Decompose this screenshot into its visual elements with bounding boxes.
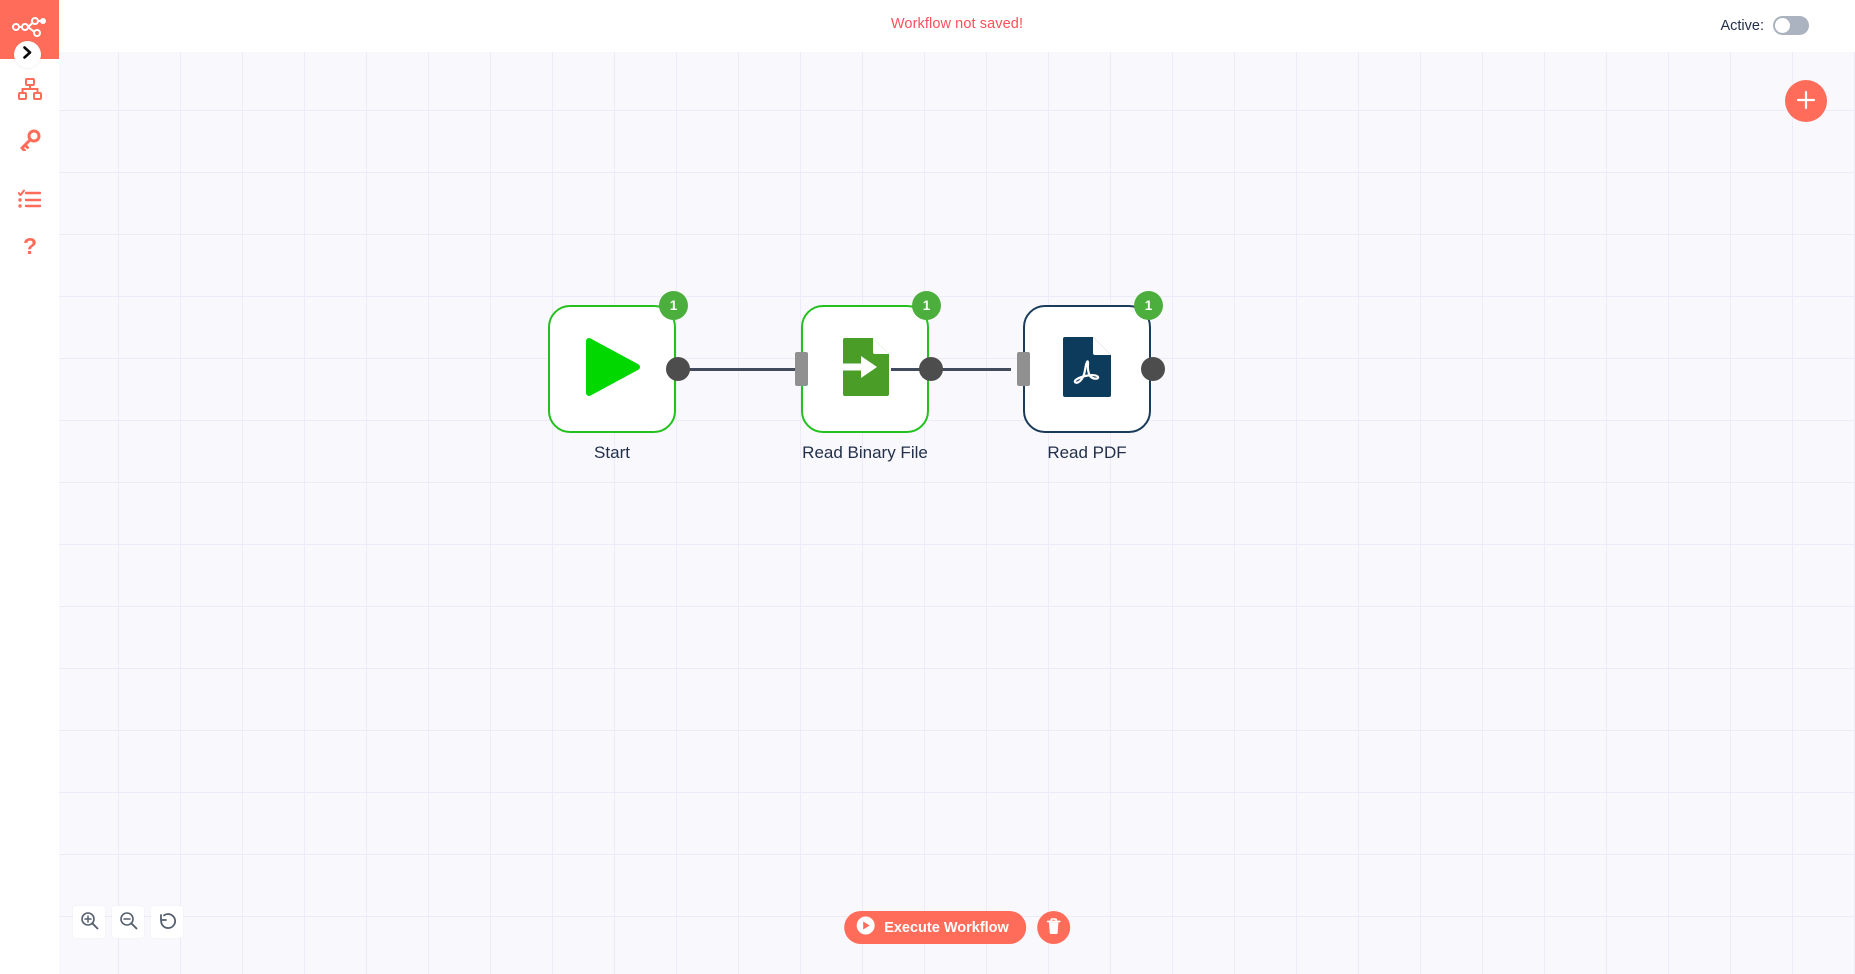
play-circle-icon [856,916,875,939]
trash-icon [1046,917,1061,938]
connector-readbinaryfile-to-readpdf [891,368,1011,371]
node-start-box[interactable]: 1 [548,291,690,433]
delete-button[interactable] [1036,911,1070,944]
node-start-badge: 1 [659,291,688,320]
add-node-button[interactable] [1785,80,1827,122]
execute-workflow-label: Execute Workflow [884,919,1009,936]
sidebar-item-executions[interactable] [0,176,59,226]
node-read-pdf-badge: 1 [1134,291,1163,320]
node-read-pdf-label: Read PDF [1047,443,1127,462]
sitemap-icon [17,77,42,105]
plus-icon [1796,90,1816,113]
sidebar-item-help[interactable]: ? [0,225,59,275]
node-read-pdf[interactable]: 1 Read PDF [1017,291,1165,462]
workflow-canvas[interactable]: 1 Start 1 Read Binary File 1 Read PDF Ex… [59,52,1855,974]
zoom-controls [73,906,183,938]
node-read-pdf-box[interactable]: 1 [1017,291,1165,433]
workflow-save-status: Workflow not saved! [890,16,1024,32]
node-read-pdf-input-endpoint[interactable] [1017,352,1030,386]
node-read-binary-file-input-endpoint[interactable] [795,352,808,386]
node-read-binary-file-badge: 1 [912,291,941,320]
n8n-logo-icon [11,17,48,42]
pdf-file-icon [1061,336,1113,403]
active-toggle[interactable] [1773,16,1809,35]
svg-text:?: ? [22,236,36,259]
sidebar-item-credentials[interactable] [0,117,59,167]
node-read-pdf-output-endpoint[interactable] [1141,357,1165,381]
node-start-label: Start [594,443,630,462]
sidebar-expand-button[interactable] [14,41,41,68]
chevron-right-icon [22,45,33,64]
magnifier-minus-icon [119,911,138,933]
question-mark-icon: ? [22,233,38,265]
sidebar-item-workflows[interactable] [0,66,59,116]
zoom-out-button[interactable] [112,906,144,938]
play-triangle-icon [583,337,641,402]
active-label: Active: [1720,17,1764,34]
file-import-icon [833,336,895,403]
workflow-active-group: Active: [1720,16,1809,35]
sidebar: ? [0,0,59,974]
magnifier-plus-icon [80,911,99,933]
run-controls: Execute Workflow [844,911,1070,944]
node-read-binary-file-label: Read Binary File [802,443,928,462]
key-icon [19,129,41,156]
execute-workflow-button[interactable]: Execute Workflow [844,911,1026,944]
node-start-output-endpoint[interactable] [666,357,690,381]
header-bar: Workflow not saved! Active: [59,0,1855,52]
checklist-icon [17,189,42,214]
zoom-in-button[interactable] [73,906,105,938]
node-start[interactable]: 1 Start [548,291,690,462]
undo-arrow-icon [157,911,177,934]
connector-start-to-readbinaryfile [679,368,799,371]
node-read-binary-file-output-endpoint[interactable] [919,357,943,381]
reset-zoom-button[interactable] [151,906,183,938]
